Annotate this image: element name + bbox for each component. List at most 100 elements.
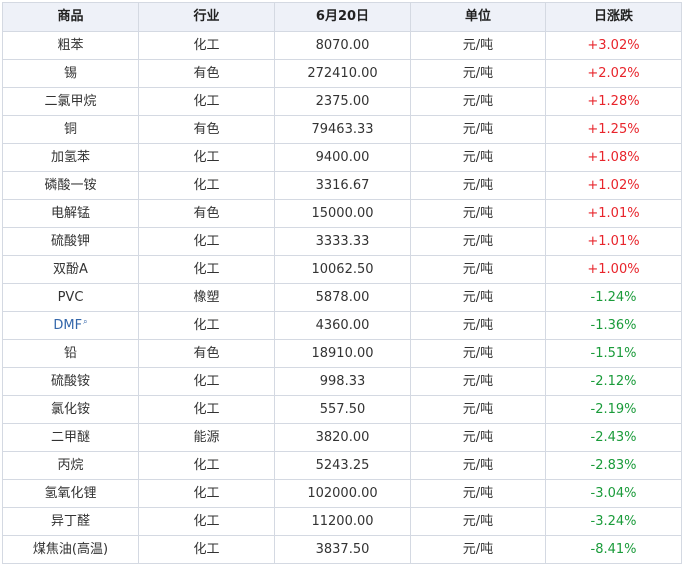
cell-commodity: 铜	[2, 115, 139, 144]
table-row: 铅有色 18910.00 元/吨 -1.51%	[2, 339, 682, 368]
cell-change: -3.04%	[545, 479, 682, 508]
header-industry: 行业	[138, 2, 275, 32]
cell-industry: 有色	[138, 115, 275, 144]
cell-commodity: 丙烷	[2, 451, 139, 480]
cell-commodity: 硫酸铵	[2, 367, 139, 396]
cell-unit: 元/吨	[410, 339, 546, 368]
table-header-row: 商品 行业 6月20日 单位 日涨跌	[2, 2, 682, 32]
cell-change: +3.02%	[545, 31, 682, 60]
cell-unit: 元/吨	[410, 367, 546, 396]
cell-change: -3.24%	[545, 507, 682, 536]
cell-unit: 元/吨	[410, 395, 546, 424]
cell-commodity: 铅	[2, 339, 139, 368]
cell-unit: 元/吨	[410, 255, 546, 284]
cell-price: 8070.00	[274, 31, 411, 60]
cell-unit: 元/吨	[410, 283, 546, 312]
cell-unit: 元/吨	[410, 423, 546, 452]
cell-industry: 有色	[138, 199, 275, 228]
cell-change: -1.36%	[545, 311, 682, 340]
table-row: 异丁醛 化工 11200.00 元/吨 -3.24%	[2, 507, 682, 536]
cell-industry: 化工	[138, 87, 275, 116]
table-row: 电解锰 有色 15000.00 元/吨 +1.01%	[2, 199, 682, 228]
cell-change: +1.01%	[545, 199, 682, 228]
cell-price: 10062.50	[274, 255, 411, 284]
search-icon[interactable]: ⌕	[83, 317, 87, 326]
commodity-link[interactable]: DMF	[53, 318, 82, 333]
cell-commodity: 加氢苯	[2, 143, 139, 172]
cell-price: 3333.33	[274, 227, 411, 256]
cell-industry: 橡塑	[138, 283, 275, 312]
cell-unit: 元/吨	[410, 535, 546, 564]
cell-industry: 化工	[138, 255, 275, 284]
cell-commodity: 异丁醛	[2, 507, 139, 536]
cell-change: +1.00%	[545, 255, 682, 284]
table-body: 粗苯 化工 8070.00 元/吨 +3.02% 锡有色 272410.00 元/吨 +2.02…	[2, 31, 682, 564]
cell-price: 4360.00	[274, 311, 411, 340]
cell-change: -2.43%	[545, 423, 682, 452]
cell-commodity: 二氯甲烷	[2, 87, 139, 116]
cell-change: -2.83%	[545, 451, 682, 480]
cell-industry: 有色	[138, 59, 275, 88]
cell-price: 11200.00	[274, 507, 411, 536]
cell-industry: 化工	[138, 367, 275, 396]
table-row: PVC 橡塑 5878.00 元/吨 -1.24%	[2, 283, 682, 312]
cell-commodity: 二甲醚	[2, 423, 139, 452]
cell-price: 18910.00	[274, 339, 411, 368]
cell-commodity: 电解锰	[2, 199, 139, 228]
cell-change: -2.12%	[545, 367, 682, 396]
cell-change: +2.02%	[545, 59, 682, 88]
table-row: 粗苯 化工 8070.00 元/吨 +3.02%	[2, 31, 682, 60]
cell-price: 557.50	[274, 395, 411, 424]
cell-price: 9400.00	[274, 143, 411, 172]
table-row: 锡有色 272410.00 元/吨 +2.02%	[2, 59, 682, 88]
cell-industry: 化工	[138, 227, 275, 256]
cell-commodity: PVC	[2, 283, 139, 312]
cell-commodity: 双酚A	[2, 255, 139, 284]
cell-price: 5243.25	[274, 451, 411, 480]
table-row: 加氢苯 化工 9400.00 元/吨 +1.08%	[2, 143, 682, 172]
header-daily-change: 日涨跌	[545, 2, 682, 32]
table-row: 氢氧化锂 化工 102000.00 元/吨 -3.04%	[2, 479, 682, 508]
cell-price: 2375.00	[274, 87, 411, 116]
cell-industry: 化工	[138, 451, 275, 480]
cell-unit: 元/吨	[410, 31, 546, 60]
cell-industry: 化工	[138, 311, 275, 340]
cell-commodity: 磷酸一铵	[2, 171, 139, 200]
cell-price: 998.33	[274, 367, 411, 396]
cell-price: 5878.00	[274, 283, 411, 312]
cell-commodity: 煤焦油(高温)	[2, 535, 139, 564]
table-row: 双酚A 化工 10062.50 元/吨 +1.00%	[2, 255, 682, 284]
cell-change: +1.08%	[545, 143, 682, 172]
cell-industry: 化工	[138, 143, 275, 172]
commodity-price-table: 商品 行业 6月20日 单位 日涨跌 粗苯 化工 8070.00 元/吨 +3.02% 锡…	[2, 2, 682, 564]
cell-unit: 元/吨	[410, 311, 546, 340]
cell-unit: 元/吨	[410, 507, 546, 536]
cell-commodity: 氢氧化锂	[2, 479, 139, 508]
cell-change: -1.24%	[545, 283, 682, 312]
cell-change: +1.28%	[545, 87, 682, 116]
cell-commodity: DMF⌕	[2, 311, 139, 340]
table-row: 煤焦油(高温) 化工 3837.50 元/吨 -8.41%	[2, 535, 682, 564]
cell-commodity: 氯化铵	[2, 395, 139, 424]
cell-commodity: 硫酸钾	[2, 227, 139, 256]
cell-unit: 元/吨	[410, 479, 546, 508]
cell-commodity: 锡	[2, 59, 139, 88]
header-unit: 单位	[410, 2, 546, 32]
cell-unit: 元/吨	[410, 227, 546, 256]
cell-industry: 化工	[138, 171, 275, 200]
table-row: 硫酸铵 化工 998.33 元/吨 -2.12%	[2, 367, 682, 396]
cell-price: 272410.00	[274, 59, 411, 88]
cell-unit: 元/吨	[410, 143, 546, 172]
header-commodity: 商品	[2, 2, 139, 32]
cell-price: 15000.00	[274, 199, 411, 228]
cell-unit: 元/吨	[410, 115, 546, 144]
cell-industry: 能源	[138, 423, 275, 452]
cell-industry: 化工	[138, 395, 275, 424]
cell-industry: 化工	[138, 535, 275, 564]
table-row: 二氯甲烷 化工 2375.00 元/吨 +1.28%	[2, 87, 682, 116]
cell-unit: 元/吨	[410, 171, 546, 200]
cell-change: -1.51%	[545, 339, 682, 368]
table-row: 二甲醚 能源 3820.00 元/吨 -2.43%	[2, 423, 682, 452]
cell-unit: 元/吨	[410, 87, 546, 116]
cell-change: -8.41%	[545, 535, 682, 564]
